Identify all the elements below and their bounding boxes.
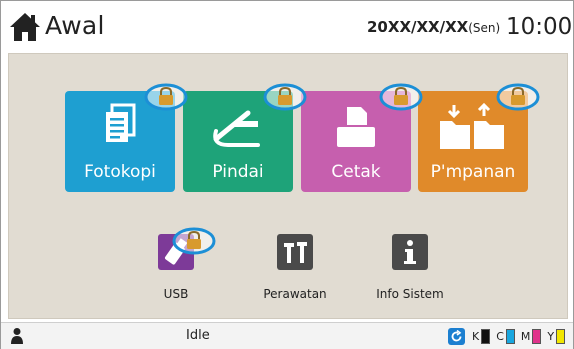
status-text: Idle — [186, 328, 210, 343]
pindai-label: Pindai — [212, 162, 264, 182]
ink-y-bar — [556, 328, 566, 344]
lock-icon — [144, 83, 188, 111]
date-value: 20XX/XX/XX — [367, 18, 469, 36]
ink-k-bar — [481, 328, 491, 344]
lock-icon — [496, 83, 540, 111]
cetak-label: Cetak — [331, 162, 381, 182]
time-display: 10:00 — [506, 14, 573, 40]
fotokopi-label: Fotokopi — [84, 162, 156, 182]
ink-m-bar — [532, 328, 542, 344]
info-sistem-tile[interactable]: Info Sistem — [360, 234, 460, 314]
lock-icon — [379, 83, 423, 111]
ink-k: K — [472, 328, 491, 344]
refresh-icon[interactable] — [448, 327, 465, 345]
date-display: 20XX/XX/XX(Sen) — [367, 18, 500, 36]
home-panel: Fotokopi Pindai Cetak P'mpanan USB Peraw… — [8, 53, 568, 319]
usb-label: USB — [163, 287, 189, 301]
pmpanan-label: P'mpanan — [430, 162, 516, 182]
ink-m-label: M — [520, 329, 531, 343]
user-icon[interactable] — [10, 327, 24, 344]
ink-y: Y — [547, 328, 566, 344]
ink-status: K C M Y — [448, 327, 571, 345]
ink-c-label: C — [496, 329, 504, 343]
ink-k-label: K — [472, 329, 480, 343]
ink-c-bar — [505, 328, 515, 344]
perawatan-label: Perawatan — [263, 287, 327, 301]
ink-y-label: Y — [547, 329, 555, 343]
status-bar: Idle K C M Y — [1, 322, 573, 349]
header-bar: Awal 20XX/XX/XX(Sen) 10:00 — [1, 1, 573, 53]
lock-icon — [172, 227, 216, 255]
page-title: Awal — [45, 11, 105, 40]
ink-c: C — [496, 328, 515, 344]
info-icon — [392, 234, 428, 270]
tools-icon — [277, 234, 313, 270]
home-icon[interactable] — [9, 12, 41, 42]
lock-icon — [263, 83, 307, 111]
day-value: (Sen) — [468, 21, 501, 35]
perawatan-tile[interactable]: Perawatan — [245, 234, 345, 314]
app-window: Awal 20XX/XX/XX(Sen) 10:00 Fotokopi Pind… — [0, 0, 574, 349]
ink-m: M — [520, 328, 542, 344]
info-sistem-label: Info Sistem — [376, 287, 444, 301]
